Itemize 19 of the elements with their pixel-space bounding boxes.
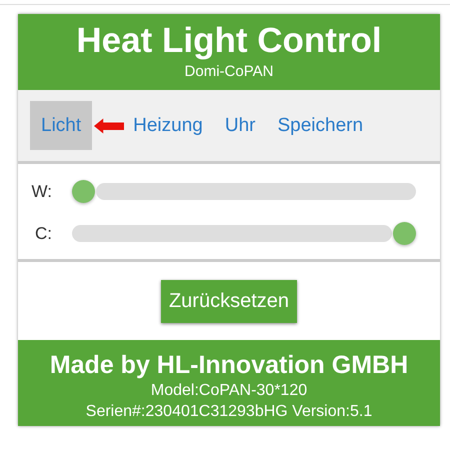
device-name: Domi-CoPAN [184,63,274,81]
slider-label: W: [30,182,52,202]
app-title: Heat Light Control [76,22,382,60]
model-text: Model:CoPAN-30*120 [150,381,308,401]
arrow-icon [94,118,124,134]
slider-label: C: [34,224,52,244]
slider[interactable] [72,222,416,245]
reset-button[interactable]: Zurücksetzen [160,280,298,323]
serial-text: Serien#:230401C31293bHG Version:5.1 [86,402,372,422]
tab[interactable]: Speichern [266,101,374,150]
slider-thumb[interactable] [72,180,95,203]
company-name: Made by HL-Innovation GMBH [50,350,408,380]
slider-thumb[interactable] [393,222,416,245]
slider-track[interactable] [72,225,392,242]
tab[interactable]: Heizung [122,101,214,150]
tab[interactable]: Licht [30,101,92,150]
slider-track[interactable] [96,183,416,200]
slider[interactable] [72,180,416,203]
tab[interactable]: Uhr [214,101,266,150]
